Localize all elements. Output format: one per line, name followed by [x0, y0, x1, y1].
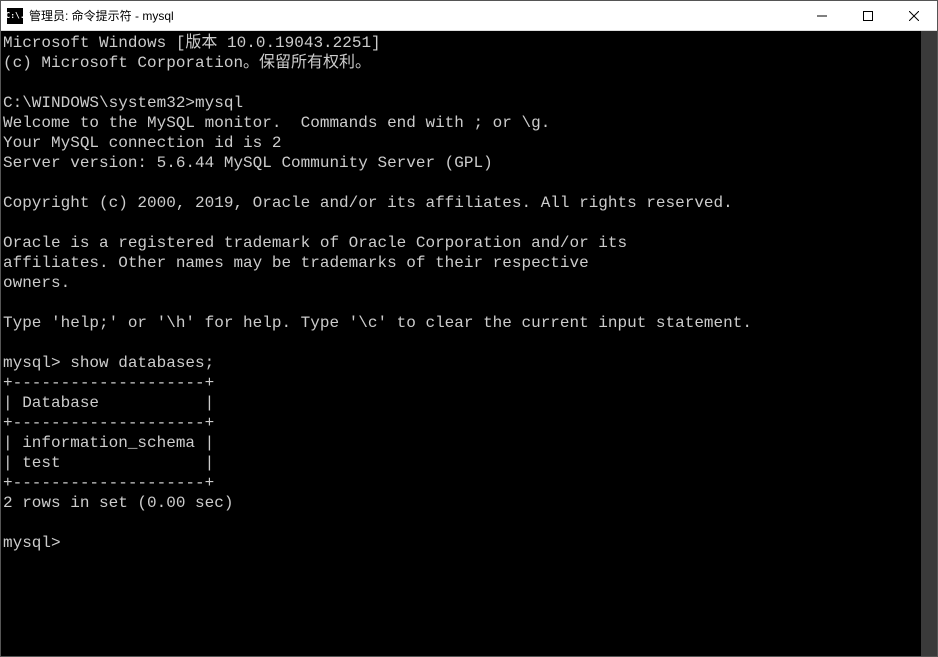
- scrollbar[interactable]: [921, 31, 937, 656]
- scrollbar-thumb[interactable]: [921, 31, 937, 656]
- mysql-prompt: mysql>: [3, 354, 61, 372]
- titlebar[interactable]: C:\. 管理员: 命令提示符 - mysql: [1, 1, 937, 31]
- output-line: Oracle is a registered trademark of Orac…: [3, 234, 627, 252]
- close-icon: [909, 11, 919, 21]
- typed-command: mysql: [195, 94, 243, 112]
- maximize-button[interactable]: [845, 1, 891, 30]
- maximize-icon: [863, 11, 873, 21]
- output-line: Type 'help;' or '\h' for help. Type '\c'…: [3, 314, 752, 332]
- prompt-path: C:\WINDOWS\system32>: [3, 94, 195, 112]
- terminal-area[interactable]: Microsoft Windows [版本 10.0.19043.2251] (…: [1, 31, 937, 656]
- table-border: +--------------------+: [3, 474, 214, 492]
- window-controls: [799, 1, 937, 30]
- close-button[interactable]: [891, 1, 937, 30]
- output-line: owners.: [3, 274, 70, 292]
- table-border: +--------------------+: [3, 414, 214, 432]
- minimize-icon: [817, 11, 827, 21]
- table-header: | Database |: [3, 394, 214, 412]
- table-row: | information_schema |: [3, 434, 214, 452]
- table-border: +--------------------+: [3, 374, 214, 392]
- table-row: | test |: [3, 454, 214, 472]
- output-line: Microsoft Windows [版本 10.0.19043.2251]: [3, 34, 381, 52]
- rows-summary: 2 rows in set (0.00 sec): [3, 494, 233, 512]
- minimize-button[interactable]: [799, 1, 845, 30]
- output-line: Your MySQL connection id is 2: [3, 134, 281, 152]
- mysql-prompt: mysql>: [3, 534, 61, 552]
- window-title: 管理员: 命令提示符 - mysql: [29, 7, 799, 24]
- typed-command: show databases;: [61, 354, 215, 372]
- cmd-window: C:\. 管理员: 命令提示符 - mysql Microsoft Window…: [0, 0, 938, 657]
- output-line: (c) Microsoft Corporation。保留所有权利。: [3, 54, 371, 72]
- output-line: Server version: 5.6.44 MySQL Community S…: [3, 154, 493, 172]
- cmd-icon: C:\.: [7, 8, 23, 24]
- output-line: Copyright (c) 2000, 2019, Oracle and/or …: [3, 194, 733, 212]
- output-line: affiliates. Other names may be trademark…: [3, 254, 589, 272]
- output-line: Welcome to the MySQL monitor. Commands e…: [3, 114, 550, 132]
